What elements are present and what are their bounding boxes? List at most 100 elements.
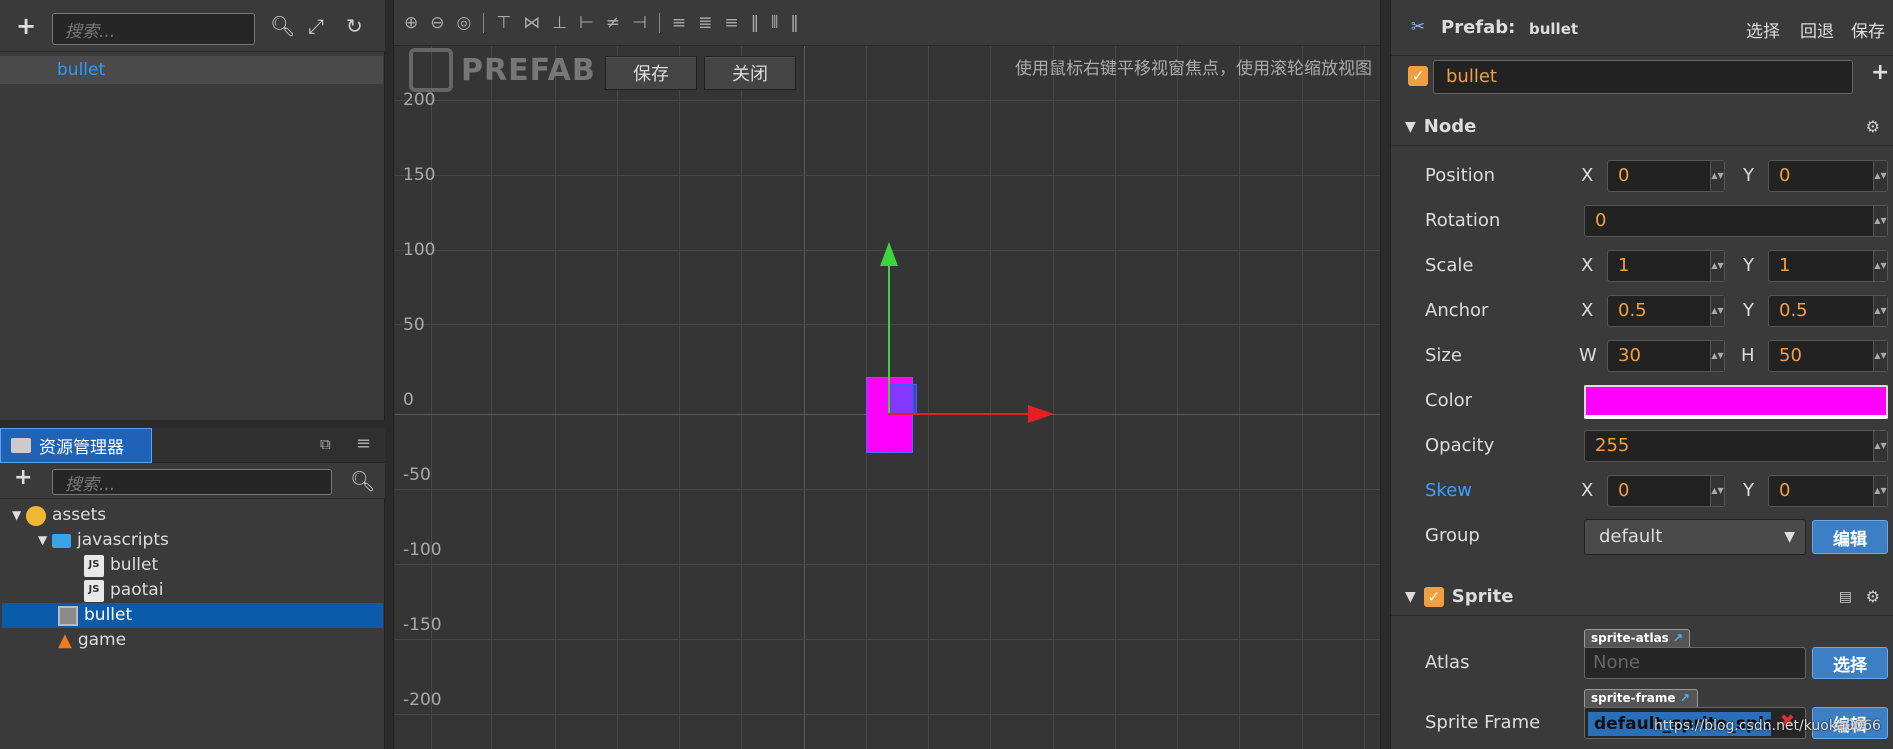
size-width-input[interactable]: 30 ▲▼ [1607,340,1725,372]
align-left-icon[interactable]: ⊢ [579,13,594,33]
color-swatch[interactable] [1584,385,1888,419]
scale-x-input[interactable]: 1 ▲▼ [1607,250,1725,282]
tree-item-paotai-script[interactable]: JS paotai [2,578,383,603]
grid-line [395,175,1380,176]
anchor-y-input[interactable]: 0.5 ▲▼ [1768,295,1888,327]
scene-viewport[interactable]: 200 150 100 50 0 -50 -100 -150 -200 PREF… [395,46,1380,749]
assets-search-input[interactable]: 搜索... [52,469,332,495]
stepper-icon[interactable]: ▲▼ [1873,251,1887,281]
search-icon[interactable]: 🔍︎ [350,469,375,493]
skew-y-input[interactable]: 0 ▲▼ [1768,475,1888,507]
collapse-arrow-icon[interactable]: ▼ [1405,589,1416,605]
anchor-x-input[interactable]: 0.5 ▲▼ [1607,295,1725,327]
stepper-icon[interactable]: ▲▼ [1710,341,1724,371]
scale-y-input[interactable]: 1 ▲▼ [1768,250,1888,282]
stepper-icon[interactable]: ▲▼ [1710,251,1724,281]
stepper-icon[interactable]: ▲▼ [1873,161,1887,191]
align-vcenter-icon[interactable]: ⋈ [523,13,540,33]
book-icon[interactable]: ▤ [1839,589,1852,605]
expand-arrow-icon[interactable]: ▼ [38,528,52,553]
tree-item-assets[interactable]: ▼ assets [2,503,383,528]
tab-assets[interactable]: 资源管理器 [0,428,152,463]
collapse-arrow-icon[interactable]: ▼ [1405,119,1416,135]
hierarchy-search-input[interactable]: 搜索... [52,13,255,45]
position-y-input[interactable]: 0 ▲▼ [1768,160,1888,192]
tree-item-game-scene[interactable]: ▲ game [2,628,383,653]
sprite-enabled-checkbox[interactable]: ✓ [1423,586,1444,607]
size-height-input[interactable]: 50 ▲▼ [1768,340,1888,372]
distribute-left-icon[interactable]: ‖ [751,13,760,33]
tree-item-javascripts[interactable]: ▼ javascripts [2,528,383,553]
select-prefab-button[interactable]: 选择 [1746,17,1780,42]
position-x-input[interactable]: 0 ▲▼ [1607,160,1725,192]
sprite-section-header[interactable]: ▼ ✓ Sprite ▤ ⚙ [1391,578,1893,616]
stepper-icon[interactable]: ▲▼ [1873,206,1887,236]
external-link-icon[interactable]: ↗ [1673,631,1683,645]
align-top-icon[interactable]: ⊤ [496,13,511,33]
axis-label: -150 [403,615,442,635]
gear-icon[interactable]: ⚙ [1866,117,1880,136]
node-name-input[interactable]: bullet [1433,60,1853,94]
stepper-icon[interactable]: ▲▼ [1710,296,1724,326]
add-node-button[interactable]: + [16,12,36,40]
close-button[interactable]: 关闭 [704,56,796,90]
distribute-bottom-icon[interactable]: ≡ [724,13,738,33]
node-section-header[interactable]: ▼ Node ⚙ [1391,108,1893,146]
skew-x-input[interactable]: 0 ▲▼ [1607,475,1725,507]
save-prefab-button[interactable]: 保存 [1851,17,1885,42]
stepper-icon[interactable]: ▲▼ [1873,296,1887,326]
revert-prefab-button[interactable]: 回退 [1800,17,1834,42]
menu-icon[interactable]: ≡ [356,433,371,454]
rotation-input[interactable]: 0 ▲▼ [1584,205,1888,237]
gizmo-x-axis[interactable] [888,413,1030,415]
distribute-vcenter-icon[interactable]: ≣ [698,13,712,33]
select-atlas-button[interactable]: 选择 [1812,647,1888,679]
stepper-icon[interactable]: ▲▼ [1873,341,1887,371]
gizmo-center-handle[interactable] [888,384,917,414]
stepper-icon[interactable]: ▲▼ [1710,161,1724,191]
zoom-reset-icon[interactable]: ◎ [457,13,472,33]
skew-label: Skew [1425,480,1473,501]
add-asset-button[interactable]: + [14,465,32,490]
search-icon[interactable]: 🔍︎ [270,14,295,38]
grid-line [1115,46,1116,749]
add-component-button[interactable]: + [1871,60,1889,85]
atlas-field[interactable]: None [1584,647,1806,679]
grid-line [491,46,492,749]
distribute-top-icon[interactable]: ≡ [672,13,686,33]
align-bottom-icon[interactable]: ⊥ [552,13,567,33]
expand-arrow-icon[interactable]: ▼ [12,503,26,528]
anchor-label: Anchor [1425,300,1489,321]
align-hcenter-icon[interactable]: ≠ [606,13,620,33]
opacity-input[interactable]: 255 ▲▼ [1584,430,1888,462]
edit-group-button[interactable]: 编辑 [1812,520,1888,554]
hierarchy-node-bullet[interactable]: bullet [0,56,383,84]
stepper-icon[interactable]: ▲▼ [1710,476,1724,506]
tree-item-bullet-prefab[interactable]: bullet [2,603,383,628]
popout-icon[interactable]: ⧉ [320,435,331,453]
zoom-out-icon[interactable]: ⊖ [430,13,444,33]
expand-icon[interactable]: ⤢ [308,14,324,38]
tree-item-bullet-script[interactable]: JS bullet [2,553,383,578]
group-select[interactable]: default ▼ [1584,519,1806,555]
axis-label: 100 [403,240,436,260]
prefab-cube-icon [409,48,453,92]
external-link-icon[interactable]: ↗ [1680,691,1690,705]
gizmo-y-arrow-icon[interactable] [880,242,898,266]
axis-y-label: Y [1743,165,1754,186]
refresh-icon[interactable]: ↻ [346,14,363,38]
grid-line [395,564,1380,565]
stepper-icon[interactable]: ▲▼ [1873,431,1887,461]
gear-icon[interactable]: ⚙ [1866,587,1880,606]
save-button[interactable]: 保存 [605,56,697,90]
distribute-hcenter-icon[interactable]: ⫴ [771,13,778,33]
gizmo-y-axis[interactable] [888,244,890,414]
align-right-icon[interactable]: ⊣ [632,13,647,33]
group-label: Group [1425,525,1480,546]
zoom-in-icon[interactable]: ⊕ [404,13,418,33]
stepper-icon[interactable]: ▲▼ [1873,476,1887,506]
node-active-checkbox[interactable]: ✓ [1408,66,1428,86]
axis-label: 200 [403,90,436,110]
distribute-right-icon[interactable]: ‖ [790,13,799,33]
gizmo-x-arrow-icon[interactable] [1028,405,1054,423]
